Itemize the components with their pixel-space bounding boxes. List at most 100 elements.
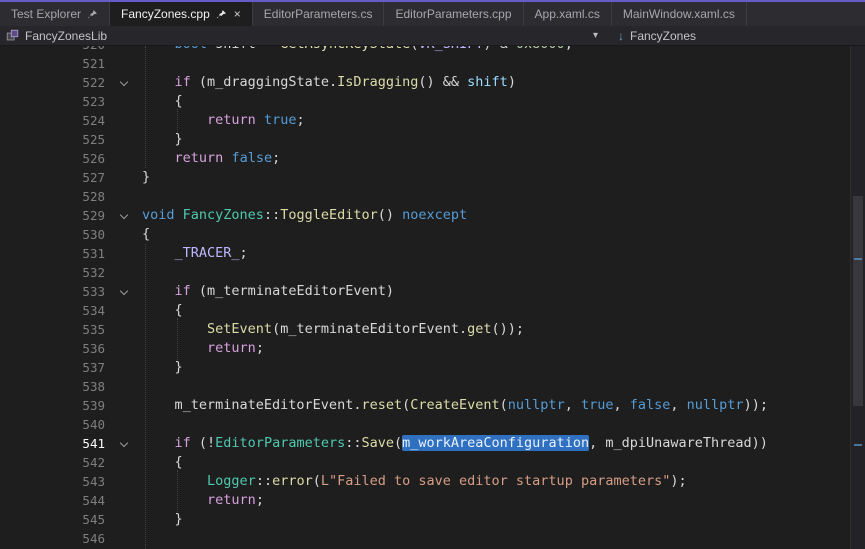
member-dropdown-label: FancyZones	[630, 29, 696, 43]
down-arrow-icon: ↓	[618, 30, 624, 42]
tab-mainwindow-xaml-cs[interactable]: MainWindow.xaml.cs	[612, 2, 747, 26]
fold-margin	[112, 510, 142, 529]
code-text: if (!EditorParameters::Save(m_workAreaCo…	[142, 434, 768, 453]
code-line-520[interactable]: 520 bool shift = GetAsyncKeyState(VK_SHI…	[0, 46, 851, 54]
line-number[interactable]: 529	[0, 206, 112, 225]
fold-chevron-icon[interactable]	[112, 282, 142, 301]
code-text: Logger::error(L"Failed to save editor st…	[142, 472, 687, 491]
fold-margin	[112, 111, 142, 130]
code-line-539[interactable]: 539 m_terminateEditorEvent.reset(CreateE…	[0, 396, 851, 415]
pin-icon[interactable]	[216, 9, 227, 20]
code-line-540[interactable]: 540	[0, 415, 851, 434]
code-text: }	[142, 168, 150, 187]
tab-test-explorer[interactable]: Test Explorer	[0, 2, 110, 26]
code-line-524[interactable]: 524 return true;	[0, 111, 851, 130]
scrollbar-thumb[interactable]	[853, 196, 863, 406]
code-line-533[interactable]: 533 if (m_terminateEditorEvent)	[0, 282, 851, 301]
tab-label: App.xaml.cs	[535, 7, 600, 21]
line-number[interactable]: 523	[0, 92, 112, 111]
fold-chevron-icon[interactable]	[112, 206, 142, 225]
code-line-522[interactable]: 522 if (m_draggingState.IsDragging() && …	[0, 73, 851, 92]
line-number[interactable]: 544	[0, 491, 112, 510]
line-number[interactable]: 545	[0, 510, 112, 529]
code-line-525[interactable]: 525 }	[0, 130, 851, 149]
code-line-545[interactable]: 545 }	[0, 510, 851, 529]
code-editor[interactable]: 520 bool shift = GetAsyncKeyState(VK_SHI…	[0, 46, 851, 549]
fold-margin	[112, 491, 142, 510]
line-number[interactable]: 527	[0, 168, 112, 187]
code-line-530[interactable]: 530 {	[0, 225, 851, 244]
code-text: return;	[142, 339, 264, 358]
tab-label: FancyZones.cpp	[121, 7, 210, 21]
code-line-546[interactable]: 546	[0, 529, 851, 548]
line-number[interactable]: 535	[0, 320, 112, 339]
code-line-526[interactable]: 526 return false;	[0, 149, 851, 168]
code-line-529[interactable]: 529 void FancyZones::ToggleEditor() noexc…	[0, 206, 851, 225]
navigation-bar: FancyZonesLib ▾ ↓ FancyZones	[0, 26, 865, 46]
line-number[interactable]: 541	[0, 434, 112, 453]
close-icon[interactable]: ×	[234, 8, 241, 20]
fold-margin	[112, 377, 142, 396]
fold-chevron-icon[interactable]	[112, 73, 142, 92]
tab-editorparameters-cs[interactable]: EditorParameters.cs	[253, 2, 385, 26]
code-line-538[interactable]: 538	[0, 377, 851, 396]
code-line-537[interactable]: 537 }	[0, 358, 851, 377]
vertical-scrollbar[interactable]	[850, 46, 865, 549]
code-line-544[interactable]: 544 return;	[0, 491, 851, 510]
fold-margin	[112, 46, 142, 54]
code-text: m_terminateEditorEvent.reset(CreateEvent…	[142, 396, 768, 415]
code-line-528[interactable]: 528	[0, 187, 851, 206]
tab-app-xaml-cs[interactable]: App.xaml.cs	[524, 2, 612, 26]
code-line-535[interactable]: 535 SetEvent(m_terminateEditorEvent.get(…	[0, 320, 851, 339]
line-number[interactable]: 531	[0, 244, 112, 263]
code-line-542[interactable]: 542 {	[0, 453, 851, 472]
code-line-531[interactable]: 531 _TRACER_;	[0, 244, 851, 263]
code-line-532[interactable]: 532	[0, 263, 851, 282]
code-text: void FancyZones::ToggleEditor() noexcept	[142, 206, 467, 225]
line-number[interactable]: 528	[0, 187, 112, 206]
line-number[interactable]: 530	[0, 225, 112, 244]
tab-fancyzones-cpp[interactable]: FancyZones.cpp ×	[110, 2, 253, 26]
line-number[interactable]: 543	[0, 472, 112, 491]
line-number[interactable]: 546	[0, 529, 112, 548]
line-number[interactable]: 542	[0, 453, 112, 472]
scrollbar-match-mark	[854, 258, 862, 260]
fold-margin	[112, 320, 142, 339]
line-number[interactable]: 539	[0, 396, 112, 415]
code-line-523[interactable]: 523 {	[0, 92, 851, 111]
line-number[interactable]: 532	[0, 263, 112, 282]
code-line-534[interactable]: 534 {	[0, 301, 851, 320]
line-number[interactable]: 540	[0, 415, 112, 434]
code-line-543[interactable]: 543 Logger::error(L"Failed to save edito…	[0, 472, 851, 491]
code-text: }	[142, 358, 183, 377]
line-number[interactable]: 534	[0, 301, 112, 320]
code-text: {	[142, 225, 150, 244]
fold-margin	[112, 92, 142, 111]
line-number[interactable]: 522	[0, 73, 112, 92]
line-number[interactable]: 525	[0, 130, 112, 149]
code-line-541[interactable]: 541 if (!EditorParameters::Save(m_workAr…	[0, 434, 851, 453]
chevron-down-icon[interactable]: ▾	[593, 30, 608, 41]
tab-label: EditorParameters.cpp	[395, 7, 511, 21]
member-dropdown[interactable]: ↓ FancyZones	[608, 26, 696, 45]
code-text: if (m_draggingState.IsDragging() && shif…	[142, 73, 516, 92]
selected-text[interactable]: m_workAreaConfiguration	[402, 435, 589, 451]
tab-editorparameters-cpp[interactable]: EditorParameters.cpp	[384, 2, 523, 26]
line-number[interactable]: 537	[0, 358, 112, 377]
project-dropdown[interactable]: FancyZonesLib ▾	[0, 26, 608, 45]
line-number[interactable]: 524	[0, 111, 112, 130]
fold-margin	[112, 472, 142, 491]
line-number[interactable]: 520	[0, 46, 112, 54]
code-line-527[interactable]: 527}	[0, 168, 851, 187]
fold-chevron-icon[interactable]	[112, 434, 142, 453]
line-number[interactable]: 521	[0, 54, 112, 73]
line-number[interactable]: 536	[0, 339, 112, 358]
fold-margin	[112, 529, 142, 548]
pin-icon[interactable]	[87, 9, 98, 20]
code-text: SetEvent(m_terminateEditorEvent.get());	[142, 320, 524, 339]
code-line-536[interactable]: 536 return;	[0, 339, 851, 358]
line-number[interactable]: 526	[0, 149, 112, 168]
line-number[interactable]: 538	[0, 377, 112, 396]
line-number[interactable]: 533	[0, 282, 112, 301]
code-line-521[interactable]: 521	[0, 54, 851, 73]
